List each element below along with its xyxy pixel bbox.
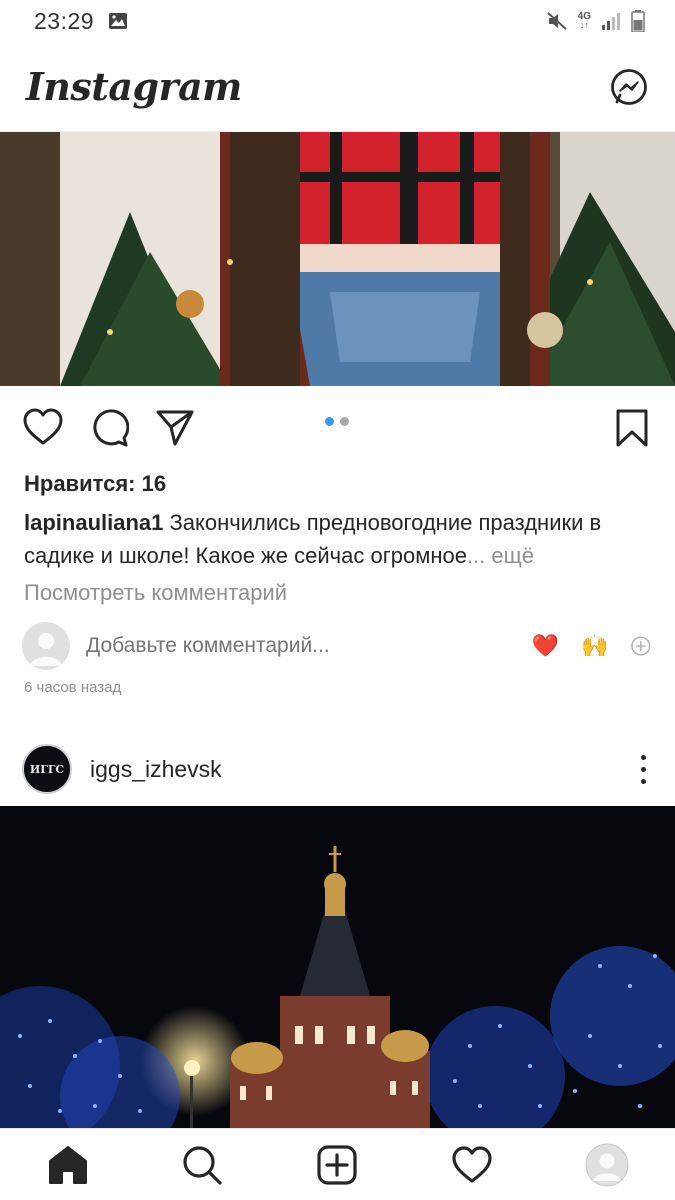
post-2-photo-art: [0, 806, 675, 1128]
post-2-avatar-text: ИГГС: [29, 762, 65, 776]
profile-avatar-icon[interactable]: [585, 1143, 629, 1187]
default-avatar-icon: [30, 633, 62, 666]
like-heart-icon[interactable]: [23, 408, 63, 448]
caption-more-link[interactable]: ... ещё: [467, 543, 534, 568]
carousel-dot-active: [325, 417, 334, 426]
caption-username[interactable]: lapinauliana1: [24, 510, 163, 535]
save-bookmark-icon[interactable]: [612, 408, 652, 448]
post-2-username[interactable]: iggs_izhevsk: [90, 756, 222, 783]
status-bar: 23:29 4G ↓↑: [0, 0, 675, 42]
post-2-avatar[interactable]: ИГГС: [22, 744, 72, 794]
carousel-dot: [340, 417, 349, 426]
add-comment-row: ❤️ 🙌: [22, 622, 652, 670]
image-notification-icon: [109, 13, 128, 29]
more-options-icon[interactable]: [633, 751, 653, 787]
post-1-photo[interactable]: [0, 132, 675, 386]
post-1-photo-art: [0, 132, 675, 386]
bottom-navigation: [0, 1128, 675, 1200]
add-reaction-icon[interactable]: [630, 635, 652, 657]
signal-icon: [602, 13, 620, 30]
search-icon[interactable]: [180, 1143, 224, 1187]
status-time: 23:29: [34, 7, 95, 34]
messenger-icon[interactable]: [609, 67, 649, 107]
battery-icon: [631, 10, 645, 32]
share-send-icon[interactable]: [155, 408, 195, 448]
comment-input[interactable]: [86, 634, 498, 658]
post-2-photo[interactable]: [0, 806, 675, 1128]
like-count[interactable]: Нравится: 16: [24, 471, 166, 497]
new-post-icon[interactable]: [315, 1143, 359, 1187]
post-2-header: ИГГС iggs_izhevsk: [0, 736, 675, 802]
carousel-indicator: [325, 417, 349, 426]
user-avatar: [22, 622, 70, 670]
view-comments-link[interactable]: Посмотреть комментарий: [24, 580, 287, 606]
network-type: 4G ↓↑: [577, 11, 591, 30]
raised-hands-reaction-button[interactable]: 🙌: [581, 633, 608, 659]
post-caption: lapinauliana1 Закончились предновогодние…: [24, 506, 664, 572]
post-timestamp: 6 часов назад: [24, 679, 122, 696]
comment-icon[interactable]: [89, 408, 129, 448]
post-1-actions: [0, 386, 675, 470]
app-header: Instagram: [0, 42, 675, 132]
activity-heart-icon[interactable]: [450, 1143, 494, 1187]
home-icon[interactable]: [46, 1143, 90, 1187]
heart-reaction-button[interactable]: ❤️: [532, 633, 559, 659]
mute-icon: [546, 12, 567, 30]
instagram-logo[interactable]: Instagram: [26, 64, 242, 109]
